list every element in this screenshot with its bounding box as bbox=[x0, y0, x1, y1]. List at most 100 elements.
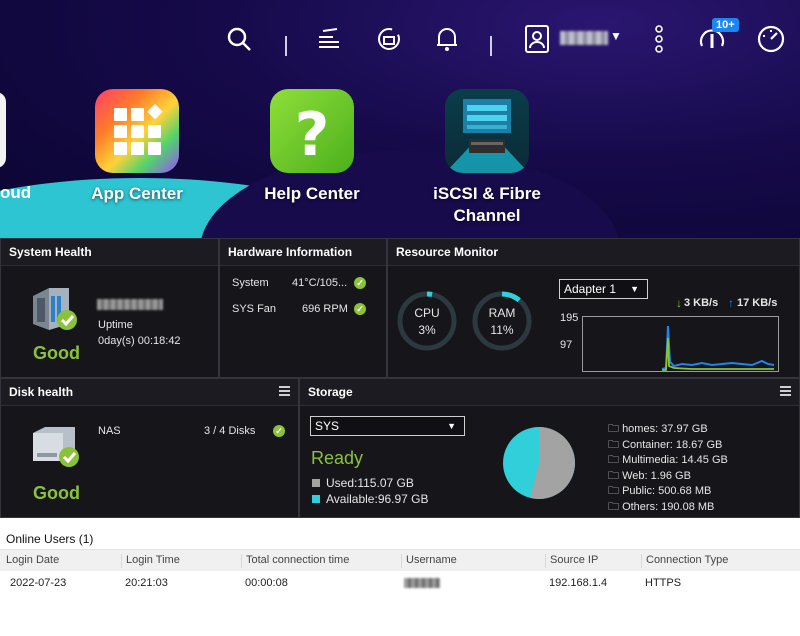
dashboard-icon[interactable] bbox=[754, 22, 788, 56]
storage-panel: Storage SYS ▼ Ready Used:115.07 GB Avail… bbox=[299, 378, 800, 518]
used-space: Used:115.07 GB bbox=[326, 476, 414, 490]
y-tick-low: 97 bbox=[560, 339, 573, 351]
col-login-date[interactable]: Login Date bbox=[6, 554, 59, 568]
topbar-divider bbox=[490, 36, 492, 56]
folder-icon: 🗀 bbox=[608, 469, 619, 482]
table-header: Login Date Login Time Total connection t… bbox=[0, 549, 800, 571]
nas-label: NAS bbox=[98, 425, 121, 437]
app-tile-partial[interactable] bbox=[0, 92, 6, 168]
col-login-time[interactable]: Login Time bbox=[121, 554, 180, 568]
user-icon[interactable] bbox=[520, 22, 554, 56]
cpu-gauge bbox=[397, 291, 457, 351]
chevron-down-icon[interactable]: ▼ bbox=[610, 29, 622, 43]
hw-system-value: 41°C/105... bbox=[292, 277, 348, 289]
folder-icon: 🗀 bbox=[608, 500, 619, 513]
volume-select-value: SYS bbox=[315, 419, 340, 433]
upload-rate: 17 KB/s bbox=[737, 297, 778, 309]
hw-system-label: System bbox=[232, 277, 269, 289]
iscsi-icon bbox=[445, 89, 529, 173]
cell-login-date: 2022-07-23 bbox=[10, 577, 67, 589]
notification-badge: 10+ bbox=[712, 18, 739, 32]
adapter-select-value: Adapter 1 bbox=[564, 282, 617, 296]
ram-label: RAM bbox=[488, 306, 516, 320]
adapter-select[interactable]: Adapter 1 ▼ bbox=[559, 279, 648, 299]
more-icon[interactable] bbox=[642, 22, 676, 56]
hostname-blurred bbox=[97, 299, 163, 310]
tasks-icon[interactable] bbox=[312, 22, 346, 56]
folder-item: 🗀 homes: 37.97 GB bbox=[608, 423, 708, 435]
panel-title: System Health bbox=[1, 239, 218, 266]
app-label-partial: oud bbox=[0, 183, 32, 202]
download-rate: 3 KB/s bbox=[684, 297, 719, 309]
check-icon: ✓ bbox=[273, 425, 285, 437]
online-users-panel: Online Users (1) Login Date Login Time T… bbox=[0, 519, 800, 636]
storage-status: Ready bbox=[311, 448, 364, 468]
y-tick-high: 195 bbox=[560, 312, 579, 324]
hw-fan-label: SYS Fan bbox=[232, 303, 277, 315]
panel-title: Hardware Information bbox=[220, 239, 386, 266]
cpu-value: 3% bbox=[418, 323, 436, 337]
ram-value: 11% bbox=[490, 323, 514, 337]
resource-monitor-panel: Resource Monitor CPU 3% RAM 11% Adapter … bbox=[387, 238, 800, 378]
iscsi-app[interactable]: iSCSI & Fibre Channel bbox=[412, 89, 562, 227]
iscsi-label: iSCSI & Fibre Channel bbox=[433, 184, 541, 225]
bell-icon[interactable] bbox=[430, 22, 464, 56]
download-arrow-icon: ↓ bbox=[676, 296, 682, 310]
col-source-ip[interactable]: Source IP bbox=[545, 554, 598, 568]
volume-select[interactable]: SYS ▼ bbox=[310, 416, 465, 436]
storage-pie bbox=[503, 427, 575, 499]
list-icon[interactable] bbox=[279, 386, 290, 396]
disk-health-title: Disk health bbox=[9, 385, 74, 399]
folder-icon: 🗀 bbox=[608, 485, 619, 497]
sync-icon[interactable] bbox=[372, 22, 406, 56]
hard-disk-icon bbox=[31, 425, 83, 476]
chevron-down-icon: ▼ bbox=[447, 421, 456, 431]
panel-title: Disk health bbox=[1, 379, 298, 406]
system-health-panel: System Health Good Uptime 0day(s) 00:18:… bbox=[0, 238, 219, 378]
list-icon[interactable] bbox=[780, 386, 791, 396]
hw-fan-value: 696 RPM bbox=[302, 303, 348, 315]
col-connection-type[interactable]: Connection Type bbox=[641, 554, 728, 568]
folder-icon: 🗀 bbox=[608, 438, 619, 451]
system-status: Good bbox=[33, 343, 80, 363]
app-center-app[interactable]: App Center bbox=[62, 89, 212, 205]
hardware-panel: Hardware Information System 41°C/105... … bbox=[219, 238, 387, 378]
help-center-app[interactable]: ? Help Center bbox=[237, 89, 387, 205]
network-chart bbox=[582, 316, 779, 372]
svg-text:?: ? bbox=[295, 100, 330, 170]
available-space: Available:96.97 GB bbox=[326, 492, 429, 506]
used-legend-swatch bbox=[312, 479, 320, 487]
app-center-icon bbox=[95, 89, 179, 173]
disk-count: 3 / 4 Disks bbox=[204, 425, 256, 437]
storage-title: Storage bbox=[308, 385, 353, 399]
search-icon[interactable] bbox=[222, 22, 256, 56]
cpu-label: CPU bbox=[414, 306, 440, 320]
upload-arrow-icon: ↑ bbox=[728, 296, 734, 310]
help-center-icon: ? bbox=[270, 89, 354, 173]
check-icon: ✓ bbox=[354, 303, 366, 315]
col-connection-time[interactable]: Total connection time bbox=[241, 554, 349, 568]
nas-device-icon bbox=[29, 286, 81, 337]
folder-item: 🗀 Others: 190.08 MB bbox=[608, 500, 715, 513]
cell-login-time: 20:21:03 bbox=[125, 577, 168, 589]
cell-connection-type: HTTPS bbox=[645, 577, 682, 589]
col-username[interactable]: Username bbox=[401, 554, 457, 568]
topbar-divider bbox=[285, 36, 287, 56]
folder-list: 🗀 homes: 37.97 GB 🗀 Container: 18.67 GB … bbox=[608, 420, 728, 513]
uptime-label: Uptime bbox=[98, 319, 133, 331]
folder-icon: 🗀 bbox=[608, 423, 619, 435]
available-legend-swatch bbox=[312, 495, 320, 503]
chevron-down-icon: ▼ bbox=[630, 284, 639, 294]
folder-item: 🗀 Public: 500.68 MB bbox=[608, 485, 712, 497]
folder-icon: 🗀 bbox=[608, 454, 619, 466]
panel-title: Storage bbox=[300, 379, 799, 406]
disk-status: Good bbox=[33, 483, 80, 503]
folder-item: 🗀 Container: 18.67 GB bbox=[608, 438, 723, 451]
username-blurred[interactable] bbox=[560, 31, 608, 45]
desktop-area: ▼ 10+ oud App Center ? Help Center iSCSI… bbox=[0, 0, 800, 238]
cell-source-ip: 192.168.1.4 bbox=[549, 577, 608, 589]
cell-username-blurred bbox=[404, 578, 440, 588]
help-center-label: Help Center bbox=[264, 184, 360, 203]
uptime-value: 0day(s) 00:18:42 bbox=[98, 335, 181, 347]
folder-item: 🗀 Multimedia: 14.45 GB bbox=[608, 454, 728, 466]
